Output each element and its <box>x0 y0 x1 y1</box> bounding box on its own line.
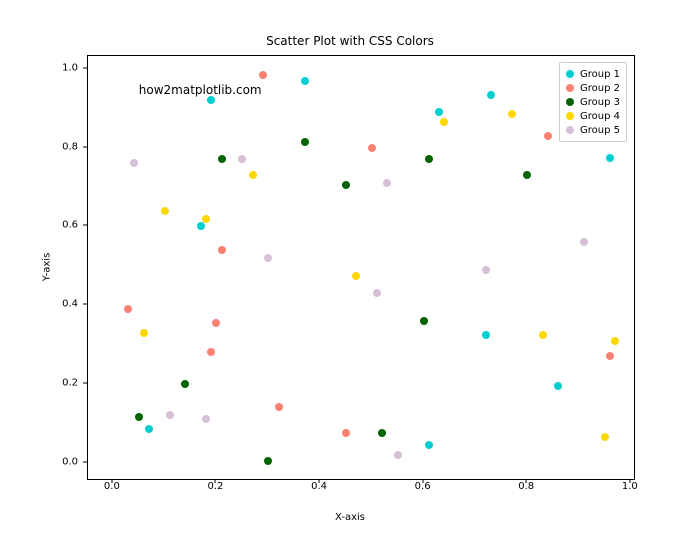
scatter-point <box>238 155 246 163</box>
scatter-point <box>394 451 402 459</box>
y-tick-mark <box>83 382 87 383</box>
legend-label: Group 2 <box>580 83 620 94</box>
x-tick-label: 0.2 <box>195 481 235 492</box>
legend-label: Group 3 <box>580 97 620 108</box>
scatter-point <box>135 413 143 421</box>
scatter-point <box>425 155 433 163</box>
scatter-point <box>482 331 490 339</box>
scatter-point <box>508 110 516 118</box>
legend-item: Group 1 <box>566 67 620 81</box>
scatter-point <box>249 171 257 179</box>
scatter-point <box>181 380 189 388</box>
y-tick-label: 1.0 <box>62 62 78 73</box>
scatter-point <box>440 118 448 126</box>
plot-area: how2matplotlib.com Group 1 Group 2 Group… <box>87 55 635 480</box>
scatter-point <box>259 71 267 79</box>
scatter-point <box>383 179 391 187</box>
scatter-point <box>435 108 443 116</box>
scatter-point <box>140 329 148 337</box>
scatter-point <box>130 159 138 167</box>
scatter-point <box>197 222 205 230</box>
legend-label: Group 5 <box>580 125 620 136</box>
legend-item: Group 2 <box>566 81 620 95</box>
scatter-point <box>218 155 226 163</box>
scatter-point <box>373 289 381 297</box>
x-tick-label: 1.0 <box>610 481 650 492</box>
x-tick-label: 0.4 <box>299 481 339 492</box>
y-tick-label: 0.8 <box>62 141 78 152</box>
y-axis-label: Y-axis <box>42 253 53 282</box>
scatter-point <box>202 415 210 423</box>
y-tick-label: 0.6 <box>62 220 78 231</box>
legend-item: Group 5 <box>566 123 620 137</box>
legend-swatch-icon <box>566 84 574 92</box>
scatter-point <box>218 246 226 254</box>
legend-swatch-icon <box>566 126 574 134</box>
scatter-point <box>264 254 272 262</box>
chart-title: Scatter Plot with CSS Colors <box>0 34 700 48</box>
x-tick-label: 0.8 <box>506 481 546 492</box>
legend-swatch-icon <box>566 112 574 120</box>
x-tick-label: 0.0 <box>92 481 132 492</box>
y-tick-label: 0.0 <box>62 456 78 467</box>
scatter-point <box>425 441 433 449</box>
watermark-annotation: how2matplotlib.com <box>139 83 262 97</box>
legend-item: Group 4 <box>566 109 620 123</box>
scatter-point <box>145 425 153 433</box>
scatter-point <box>202 215 210 223</box>
figure: Scatter Plot with CSS Colors X-axis Y-ax… <box>0 0 700 560</box>
y-tick-mark <box>83 146 87 147</box>
scatter-point <box>523 171 531 179</box>
scatter-point <box>275 403 283 411</box>
scatter-point <box>368 144 376 152</box>
scatter-point <box>539 331 547 339</box>
legend: Group 1 Group 2 Group 3 Group 4 Group 5 <box>559 62 627 142</box>
scatter-point <box>378 429 386 437</box>
scatter-point <box>301 138 309 146</box>
scatter-point <box>611 337 619 345</box>
scatter-point <box>207 348 215 356</box>
y-tick-label: 0.4 <box>62 299 78 310</box>
legend-label: Group 4 <box>580 111 620 122</box>
scatter-point <box>161 207 169 215</box>
scatter-point <box>124 305 132 313</box>
scatter-point <box>207 96 215 104</box>
scatter-point <box>544 132 552 140</box>
scatter-point <box>554 382 562 390</box>
y-tick-mark <box>83 225 87 226</box>
scatter-point <box>342 429 350 437</box>
scatter-point <box>166 411 174 419</box>
scatter-point <box>580 238 588 246</box>
y-tick-mark <box>83 304 87 305</box>
x-tick-label: 0.6 <box>403 481 443 492</box>
x-axis-label: X-axis <box>0 512 700 523</box>
scatter-point <box>601 433 609 441</box>
scatter-point <box>212 319 220 327</box>
legend-swatch-icon <box>566 98 574 106</box>
scatter-point <box>352 272 360 280</box>
y-tick-mark <box>83 461 87 462</box>
legend-swatch-icon <box>566 70 574 78</box>
scatter-point <box>606 352 614 360</box>
scatter-point <box>606 154 614 162</box>
legend-label: Group 1 <box>580 69 620 80</box>
y-tick-mark <box>83 67 87 68</box>
scatter-point <box>420 317 428 325</box>
scatter-point <box>301 77 309 85</box>
scatter-point <box>264 457 272 465</box>
y-tick-label: 0.2 <box>62 377 78 388</box>
scatter-point <box>342 181 350 189</box>
scatter-point <box>487 91 495 99</box>
legend-item: Group 3 <box>566 95 620 109</box>
scatter-point <box>482 266 490 274</box>
